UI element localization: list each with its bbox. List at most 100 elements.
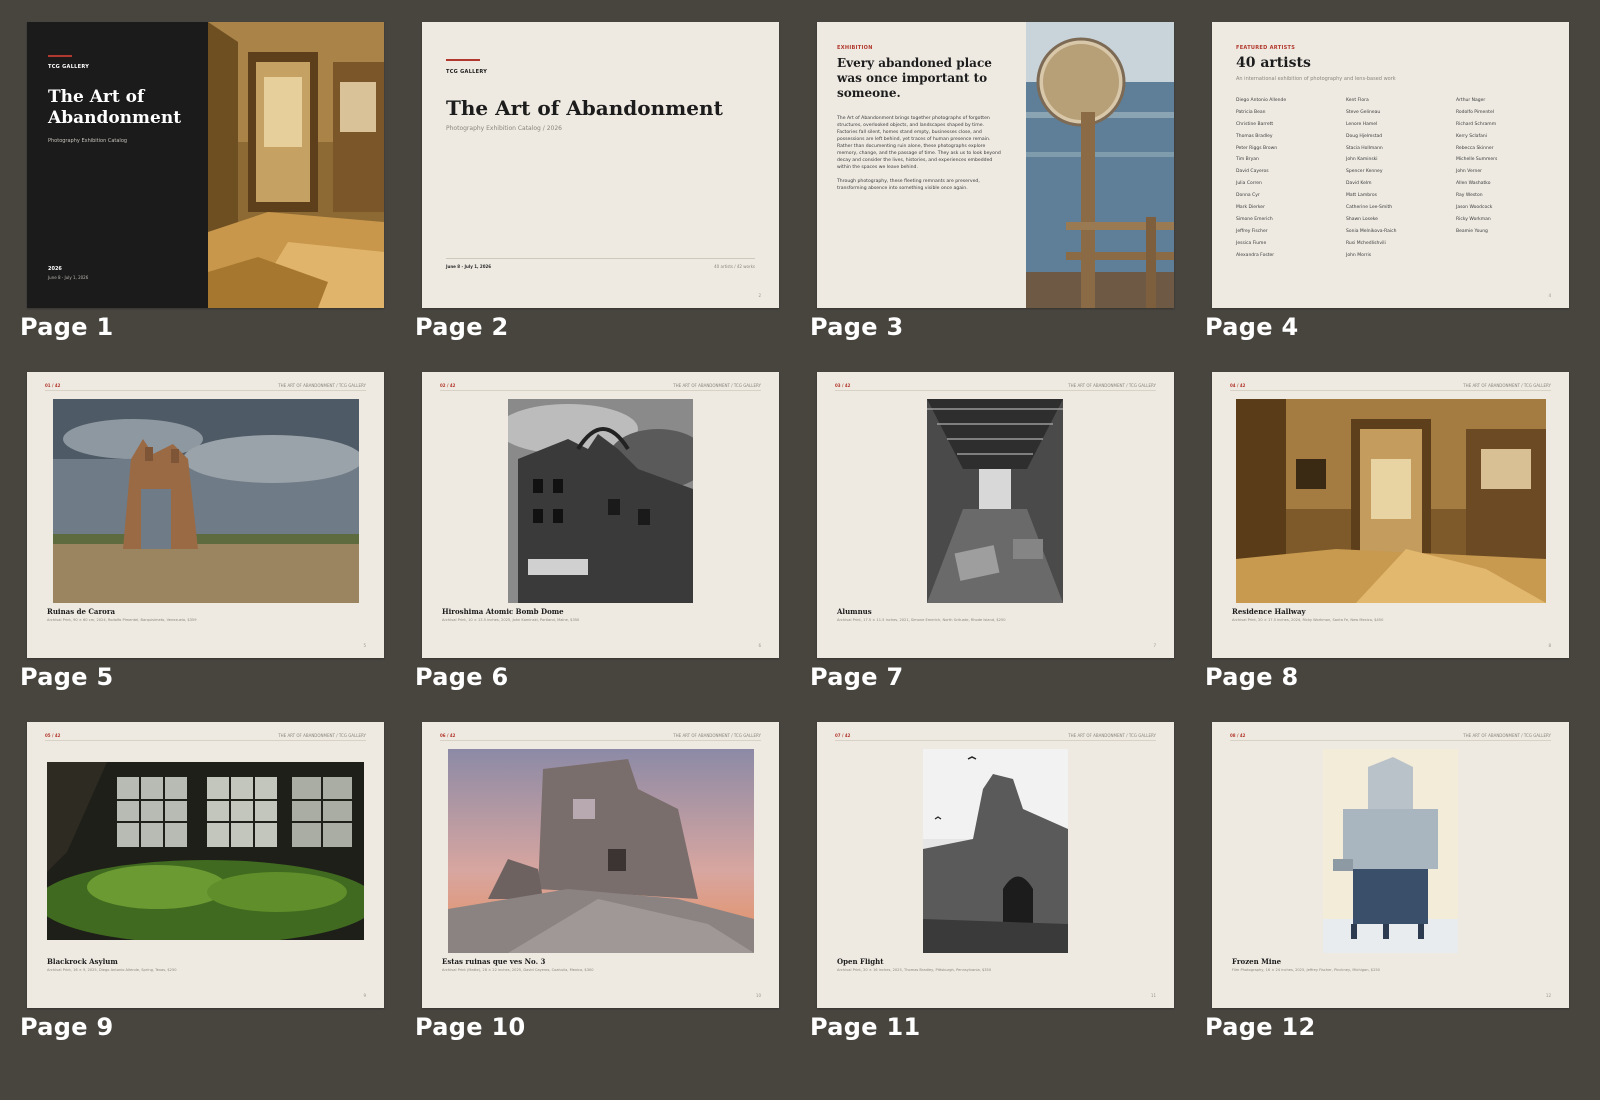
- artist-name: John Verner: [1456, 169, 1482, 175]
- exhibition-page: EXHIBITION Every abandoned place was onc…: [817, 22, 1174, 308]
- title-page: TCG GALLERY The Art of Abandonment Photo…: [422, 22, 779, 308]
- open-flight-photo: [923, 749, 1068, 953]
- accent-rule: [48, 55, 72, 57]
- artist-name: Richard Schramm: [1456, 121, 1497, 127]
- artist-name: Donna Cyr: [1236, 193, 1260, 199]
- artwork-title: Open Flight: [837, 957, 884, 966]
- title-page-heading: The Art of Abandonment: [446, 96, 723, 120]
- body-paragraph: Through photography, these fleeting remn…: [837, 179, 980, 191]
- accent-rule: [446, 59, 480, 61]
- artists-page: FEATURED ARTISTS 40 artists An internati…: [1212, 22, 1569, 308]
- alumnus-photo: [927, 399, 1063, 603]
- artists-count: 40 artists: [1236, 55, 1311, 71]
- artist-name: Patricia Bean: [1236, 109, 1266, 115]
- artwork-caption: Film Photography, 16 × 24 inches, 2025, …: [1232, 968, 1380, 972]
- page-number: 2: [758, 293, 761, 298]
- artwork-number: 05 / 42: [45, 733, 61, 738]
- artwork-number: 07 / 42: [835, 733, 851, 738]
- artist-name: Peter Riggs Brown: [1236, 145, 1278, 151]
- artists-subtitle: An international exhibition of photograp…: [1236, 76, 1396, 82]
- artist-name: Sonia Melnikova-Raich: [1346, 228, 1397, 234]
- artwork-page: 07 / 42 THE ART OF ABANDONMENT / TCG GAL…: [817, 722, 1174, 1008]
- exhibition-body: The Art of Abandonment brings together p…: [837, 115, 1005, 199]
- artist-name: Alexandra Foster: [1236, 252, 1275, 258]
- artist-name: David Kelm: [1346, 181, 1372, 187]
- artist-name: Doug Hjelmstad: [1346, 133, 1383, 139]
- cover-dark-panel: TCG GALLERY The Art of Abandonment Photo…: [27, 22, 208, 308]
- divider: [45, 390, 366, 391]
- exhibition-dates: June 8 - July 1, 2026: [446, 264, 492, 269]
- body-paragraph: The Art of Abandonment brings together p…: [837, 116, 1001, 170]
- artist-name: Lenore Hamel: [1346, 121, 1378, 127]
- page-label: Page 4: [1205, 313, 1299, 341]
- artist-name: Michelle Summers: [1456, 157, 1498, 163]
- divider: [835, 740, 1156, 741]
- artist-name: Catherine Lee-Smith: [1346, 205, 1393, 211]
- artist-name: Julia Corren: [1236, 181, 1262, 187]
- artist-name: Beamie Young: [1456, 228, 1488, 234]
- artist-name: Ricky Workman: [1456, 216, 1491, 222]
- artwork-caption: Archival Print, 20 × 16 inches, 2025, Th…: [837, 968, 992, 972]
- artwork-number: 02 / 42: [440, 383, 456, 388]
- page-number: 9: [363, 993, 366, 998]
- artwork-number: 01 / 42: [45, 383, 61, 388]
- artwork-title: Hiroshima Atomic Bomb Dome: [442, 607, 564, 616]
- running-head: THE ART OF ABANDONMENT / TCG GALLERY: [1068, 383, 1156, 388]
- page-label: Page 6: [415, 663, 509, 691]
- artist-name: Shawn Loseke: [1346, 216, 1378, 222]
- page-number: 8: [1548, 643, 1551, 648]
- exhibition-heading: Every abandoned place was once important…: [837, 56, 992, 100]
- artist-name: David Cayeros: [1236, 169, 1269, 175]
- blackrock-asylum-photo: [47, 762, 364, 940]
- gallery-label: TCG GALLERY: [48, 64, 90, 70]
- cover-subtitle: Photography Exhibition Catalog: [48, 138, 128, 144]
- section-label: EXHIBITION: [837, 45, 873, 51]
- running-head: THE ART OF ABANDONMENT / TCG GALLERY: [673, 383, 761, 388]
- artwork-title: Alumnus: [837, 607, 872, 616]
- artist-name: Stacia Hollmann: [1346, 145, 1383, 151]
- divider: [835, 390, 1156, 391]
- artist-name: Jessica Fiume: [1236, 240, 1267, 246]
- running-head: THE ART OF ABANDONMENT / TCG GALLERY: [278, 383, 366, 388]
- page-label: Page 7: [810, 663, 904, 691]
- page-label: Page 10: [415, 1013, 526, 1041]
- artist-name: Spencer Kenney: [1346, 169, 1383, 175]
- residence-hallway-photo: [1236, 399, 1546, 603]
- artist-name: Mark Dierker: [1236, 205, 1265, 211]
- artist-column: Diego Antonio Allende Patricia Bean Chri…: [1236, 98, 1341, 264]
- page-number: 10: [755, 993, 761, 998]
- artist-name: Matt Lambros: [1346, 193, 1377, 199]
- divider: [446, 258, 755, 259]
- hiroshima-dome-photo: [508, 399, 693, 603]
- artist-name: Jason Woodcock: [1456, 205, 1493, 211]
- cover-title-line: The Art of: [48, 87, 145, 107]
- artist-name: Diego Antonio Allende: [1236, 98, 1287, 103]
- artist-name: Allen Washatko: [1456, 181, 1491, 187]
- page-number: 5: [363, 643, 366, 648]
- ruinas-de-carora-photo: [53, 399, 359, 603]
- artist-name: Simone Emerich: [1236, 216, 1273, 222]
- artwork-number: 04 / 42: [1230, 383, 1246, 388]
- cover-year: 2026: [48, 266, 62, 272]
- page-number: 11: [1150, 993, 1156, 998]
- artwork-title: Estas ruinas que ves No. 3: [442, 957, 546, 966]
- running-head: THE ART OF ABANDONMENT / TCG GALLERY: [278, 733, 366, 738]
- divider: [440, 740, 761, 741]
- artwork-caption: Archival Print, 17.5 × 11.5 inches, 2021…: [837, 618, 1006, 622]
- artwork-title: Residence Hallway: [1232, 607, 1306, 616]
- page-label: Page 8: [1205, 663, 1299, 691]
- page-label: Page 9: [20, 1013, 114, 1041]
- artwork-page: 01 / 42 THE ART OF ABANDONMENT / TCG GAL…: [27, 372, 384, 658]
- artist-name: Ray Weston: [1456, 193, 1483, 199]
- divider: [1230, 740, 1551, 741]
- artist-name: Jeffrey Fischer: [1236, 228, 1268, 234]
- page-number: 4: [1548, 293, 1551, 298]
- artist-column: Kent Flora Steve Gelineau Lenore Hamel D…: [1346, 98, 1451, 264]
- artist-name: Kent Flora: [1346, 98, 1369, 103]
- artist-name: Tim Bryan: [1236, 157, 1259, 163]
- artwork-caption: Archival Print, 90 × 60 cm, 2024, Rodolf…: [47, 618, 197, 622]
- artist-name: John Morris: [1346, 252, 1372, 258]
- divider: [45, 740, 366, 741]
- page-label: Page 2: [415, 313, 509, 341]
- artist-name: Arthur Nager: [1456, 98, 1486, 103]
